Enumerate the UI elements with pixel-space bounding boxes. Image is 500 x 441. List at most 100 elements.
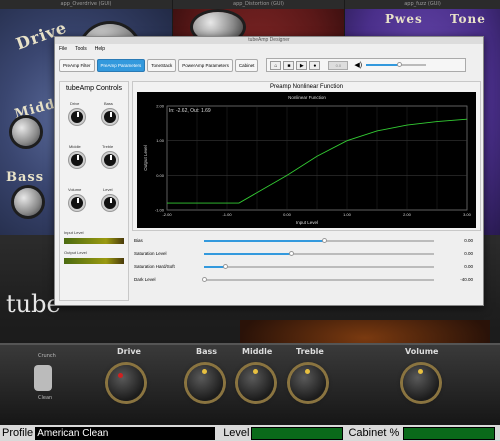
coordinate-readout: In: -2.62, Out: 1.69 xyxy=(169,108,211,114)
param-slider[interactable] xyxy=(204,251,434,256)
window-title: app_fuzz (GUI) xyxy=(345,0,500,9)
param-row: Saturation Level 0.00 xyxy=(132,248,481,261)
open-icon[interactable]: ⌂ xyxy=(270,60,282,70)
x-tick-label: -2.00 xyxy=(162,212,172,217)
param-label: Bias xyxy=(134,238,143,243)
tubeamp-controls-panel: tubeAmp Controls Drive Bass Middle Trebl… xyxy=(59,81,129,301)
middle-knob[interactable] xyxy=(12,118,40,146)
treble-knob[interactable] xyxy=(290,365,326,401)
drive-label: Drive xyxy=(70,101,80,106)
output-level-meter xyxy=(64,258,124,264)
nonlinear-chart: Nonlinear Function In: -2.62, Out: 1.69 2.… xyxy=(143,95,472,225)
y-tick-label: 2.00 xyxy=(156,104,165,109)
amp-logo: tube xyxy=(6,290,61,318)
window-title: app_Distortion (GUI) xyxy=(173,0,344,9)
menu-tools[interactable]: Tools xyxy=(75,46,87,52)
param-slider[interactable] xyxy=(202,277,434,282)
stop-icon[interactable]: ■ xyxy=(283,60,295,70)
input-level-label: Input Level xyxy=(64,230,84,235)
param-row: Bias 0.00 xyxy=(132,235,481,248)
treble-knob[interactable] xyxy=(102,152,118,168)
middle-label: Middle xyxy=(69,144,81,149)
param-row: Dark Level -40.00 xyxy=(132,274,481,287)
param-slider[interactable] xyxy=(204,264,434,269)
x-tick-label: 1.00 xyxy=(343,212,352,217)
x-tick-label: -1.00 xyxy=(222,212,232,217)
param-label: Saturation Level xyxy=(134,251,167,256)
param-value: 0.00 xyxy=(464,264,473,269)
record-icon[interactable]: ● xyxy=(309,60,321,70)
output-level-label: Output Level xyxy=(64,250,87,255)
middle-knob[interactable] xyxy=(69,152,85,168)
channel-switch[interactable] xyxy=(34,365,52,391)
tab-poweramp-parameters[interactable]: PowerAmp Parameters xyxy=(178,58,233,72)
parameter-sliders: Bias 0.00 Saturation Level 0.00 Saturation H… xyxy=(132,235,481,287)
window-title: app_Overdrive (GUI) xyxy=(0,0,172,9)
drive-knob[interactable] xyxy=(108,365,144,401)
y-tick-label: 1.00 xyxy=(156,138,165,143)
drive-label: Drive xyxy=(117,347,141,356)
menu-file[interactable]: File xyxy=(59,46,67,52)
y-axis-label: Output Level xyxy=(143,145,148,171)
tab-cabinet[interactable]: Cabinet xyxy=(234,58,259,72)
menu-help[interactable]: Help xyxy=(95,46,105,52)
bass-knob[interactable] xyxy=(187,365,223,401)
tab-preamp-filter[interactable]: PreAmp Filter xyxy=(59,58,95,72)
dialog-title: tubeAmp Designer xyxy=(55,37,483,44)
x-tick-label: 0.00 xyxy=(283,212,292,217)
bass-knob[interactable] xyxy=(102,109,118,125)
x-tick-label: 3.00 xyxy=(463,212,472,217)
cabinet-bar xyxy=(403,426,496,440)
profile-value[interactable]: American Clean xyxy=(35,426,216,440)
bass-knob[interactable] xyxy=(14,188,42,216)
level-label: Level xyxy=(223,427,250,439)
controls-header: tubeAmp Controls xyxy=(65,85,123,92)
bass-label: Bass xyxy=(104,101,113,106)
play-icon[interactable]: ▶ xyxy=(296,60,308,70)
treble-label: Treble xyxy=(296,347,324,356)
param-slider[interactable] xyxy=(204,238,434,243)
chart-title: Nonlinear Function xyxy=(288,95,326,100)
middle-label: Middle xyxy=(242,347,273,356)
param-value: -40.00 xyxy=(460,277,473,282)
transport-bar: ⌂ ■ ▶ ● 0.0 ◀) xyxy=(266,58,467,72)
level-knob[interactable] xyxy=(102,195,118,211)
level-label: Level xyxy=(103,187,113,192)
position-field[interactable]: 0.0 xyxy=(328,60,349,70)
toolbar: PreAmp Filter PreAmp Parameters ToneStac… xyxy=(55,54,483,76)
param-label: Dark Level xyxy=(134,277,156,282)
menu-bar: File Tools Help xyxy=(55,44,483,54)
plot-area[interactable]: Nonlinear Function In: -2.62, Out: 1.69 2.… xyxy=(137,92,476,228)
y-tick-label: 0.00 xyxy=(156,173,165,178)
bass-label: Bass xyxy=(6,170,45,185)
pwes-label: Pwes xyxy=(385,12,423,26)
param-row: Saturation Hard/Soft 0.00 xyxy=(132,261,481,274)
volume-knob[interactable] xyxy=(69,195,85,211)
drive-knob[interactable] xyxy=(69,109,85,125)
volume-icon: ◀) xyxy=(354,62,363,69)
status-bar: Profile American Clean Level Cabinet % xyxy=(0,425,500,441)
nonlinear-graph-panel: Preamp Nonlinear Function Nonlinear Func… xyxy=(132,81,481,231)
designer-dialog: tubeAmp Designer File Tools Help PreAmp … xyxy=(54,36,484,306)
param-label: Saturation Hard/Soft xyxy=(134,264,175,269)
volume-label: Volume xyxy=(68,187,82,192)
tone-label: Tone xyxy=(450,12,486,26)
graph-title: Preamp Nonlinear Function xyxy=(269,84,344,90)
crunch-label: Crunch xyxy=(38,353,56,359)
tab-tonestack[interactable]: ToneStack xyxy=(147,58,177,72)
volume-label: Volume xyxy=(405,347,439,356)
profile-label: Profile xyxy=(2,427,34,439)
cabinet-label: Cabinet % xyxy=(348,427,400,439)
x-axis-label: Input Level xyxy=(296,220,318,225)
volume-knob[interactable] xyxy=(403,365,439,401)
clean-label: Clean xyxy=(38,395,53,401)
param-value: 0.00 xyxy=(464,251,473,256)
volume-slider[interactable] xyxy=(366,62,427,67)
tab-preamp-parameters[interactable]: PreAmp Parameters xyxy=(96,58,146,72)
x-tick-label: 2.00 xyxy=(403,212,412,217)
treble-label: Treble xyxy=(102,144,114,149)
middle-knob[interactable] xyxy=(238,365,274,401)
input-level-meter xyxy=(64,238,124,244)
param-value: 0.00 xyxy=(464,238,473,243)
level-bar xyxy=(251,426,344,440)
